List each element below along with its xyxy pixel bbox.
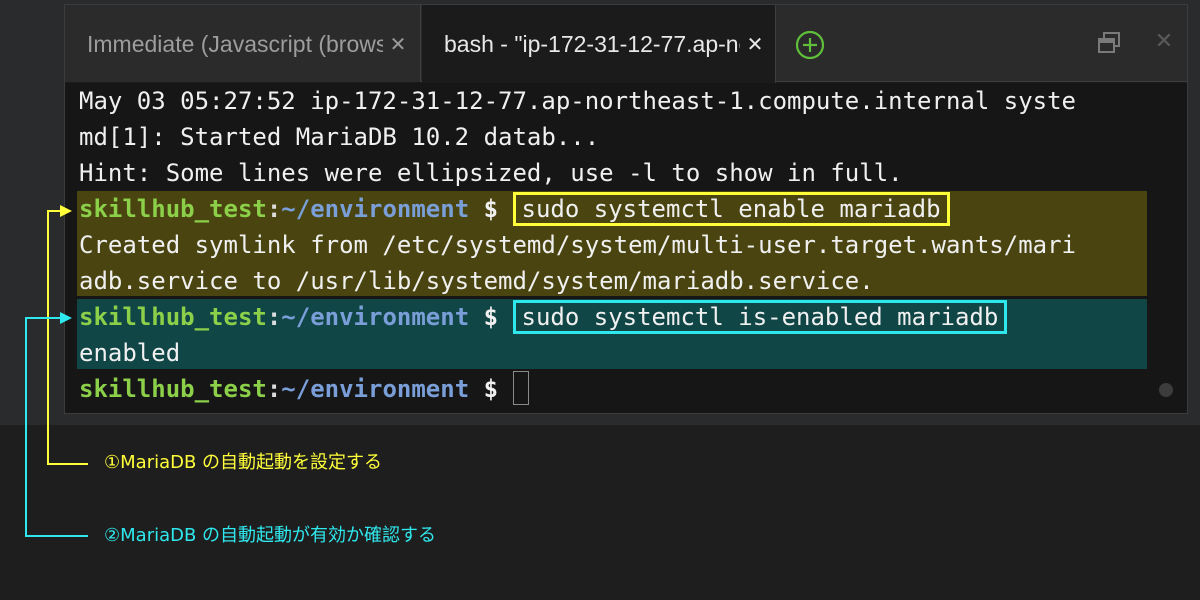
connector-yellow — [47, 205, 88, 465]
annotation-connectors — [25, 205, 88, 537]
connector-cyan — [25, 312, 88, 537]
annotation-enable: ①MariaDB の自動起動を設定する — [104, 452, 383, 473]
annotation-is-enabled: ②MariaDB の自動起動が有効か確認する — [104, 525, 437, 546]
